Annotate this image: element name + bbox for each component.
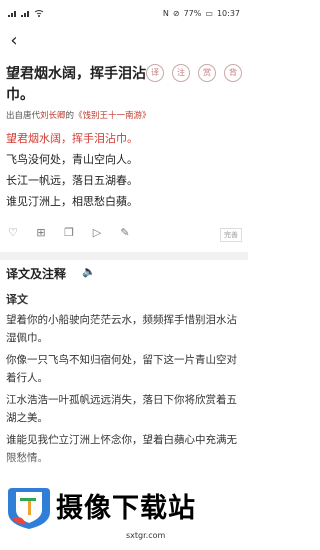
signal-icon-2	[21, 11, 29, 17]
clock: 10:37	[216, 9, 240, 18]
translation-paragraph: 你像一只飞鸟不知归宿何处，留下这一片青山空对着行人。	[6, 354, 237, 384]
edit-icon[interactable]: ✎	[118, 226, 132, 240]
battery-icon: ▭	[205, 9, 213, 18]
author-link[interactable]: 刘长卿	[40, 111, 66, 121]
battery-text: 77%	[183, 9, 202, 18]
source-prefix: 出自唐代	[6, 111, 41, 121]
action-bar: ♡ ⊞ ❐ ▷ ✎	[6, 226, 132, 240]
poem-body: 望君烟水阔，挥手泪沾巾。 飞鸟没何处，青山空向人。 长江一帆远，落日五湖春。 谁…	[6, 128, 138, 212]
translation-paragraph: 江水浩浩一叶孤帆远远消失，落日下你将欣赏着五湖之美。	[6, 394, 237, 424]
appreciation-tag[interactable]: 赏	[198, 64, 216, 82]
brand-domain: sxtgr.com	[126, 531, 166, 540]
poem-source: 出自唐代刘长卿的《饯别王十一南游》	[6, 109, 151, 121]
annotation-tag[interactable]: 注	[172, 64, 190, 82]
translate-tag[interactable]: 译	[146, 64, 164, 82]
add-icon[interactable]: ⊞	[34, 226, 48, 240]
source-mid: 的	[65, 111, 75, 121]
speaker-icon[interactable]: 🔈	[82, 265, 96, 278]
translation-paragraph: 望着你的小船驶向茫茫云水，频频挥手惜别泪水沾湿佩巾。	[6, 314, 237, 344]
status-right: N ⊘ 77% ▭ 10:37	[163, 9, 240, 18]
translation-text: 望着你的小船驶向茫茫云水，频频挥手惜别泪水沾湿佩巾。 你像一只飞鸟不知归宿何处，…	[6, 311, 242, 471]
brand-name: 摄像下载站	[56, 493, 196, 524]
section-divider	[0, 252, 248, 260]
signal-icon	[8, 11, 16, 17]
copy-icon[interactable]: ❐	[62, 226, 76, 240]
poem-title: 望君烟水阔，挥手泪沾巾。	[6, 66, 146, 103]
translation-subtitle: 译文	[6, 293, 28, 306]
recite-tag[interactable]: 背	[224, 64, 242, 82]
mute-icon: ⊘	[172, 9, 180, 18]
play-icon[interactable]: ▷	[90, 226, 104, 240]
book-link[interactable]: 《饯别王十一南游》	[74, 111, 151, 121]
back-icon[interactable]: ‹	[4, 30, 24, 52]
status-bar: N ⊘ 77% ▭ 10:37	[0, 0, 248, 30]
nfc-icon: N	[162, 9, 169, 18]
logo-icon	[8, 488, 50, 529]
poem-line: 飞鸟没何处，青山空向人。	[6, 153, 138, 166]
wifi-icon	[34, 10, 44, 17]
tag-group: 译 注 赏 背	[146, 64, 242, 82]
section-title: 译文及注释	[6, 267, 67, 281]
poem-line: 谁见汀洲上，相思愁白蘋。	[6, 195, 138, 208]
heart-icon[interactable]: ♡	[6, 226, 20, 240]
status-left	[8, 9, 44, 17]
poem-line: 望君烟水阔，挥手泪沾巾。	[6, 132, 138, 145]
complete-button[interactable]: 完善	[220, 228, 242, 242]
poem-line: 长江一帆远，落日五湖春。	[6, 174, 138, 187]
